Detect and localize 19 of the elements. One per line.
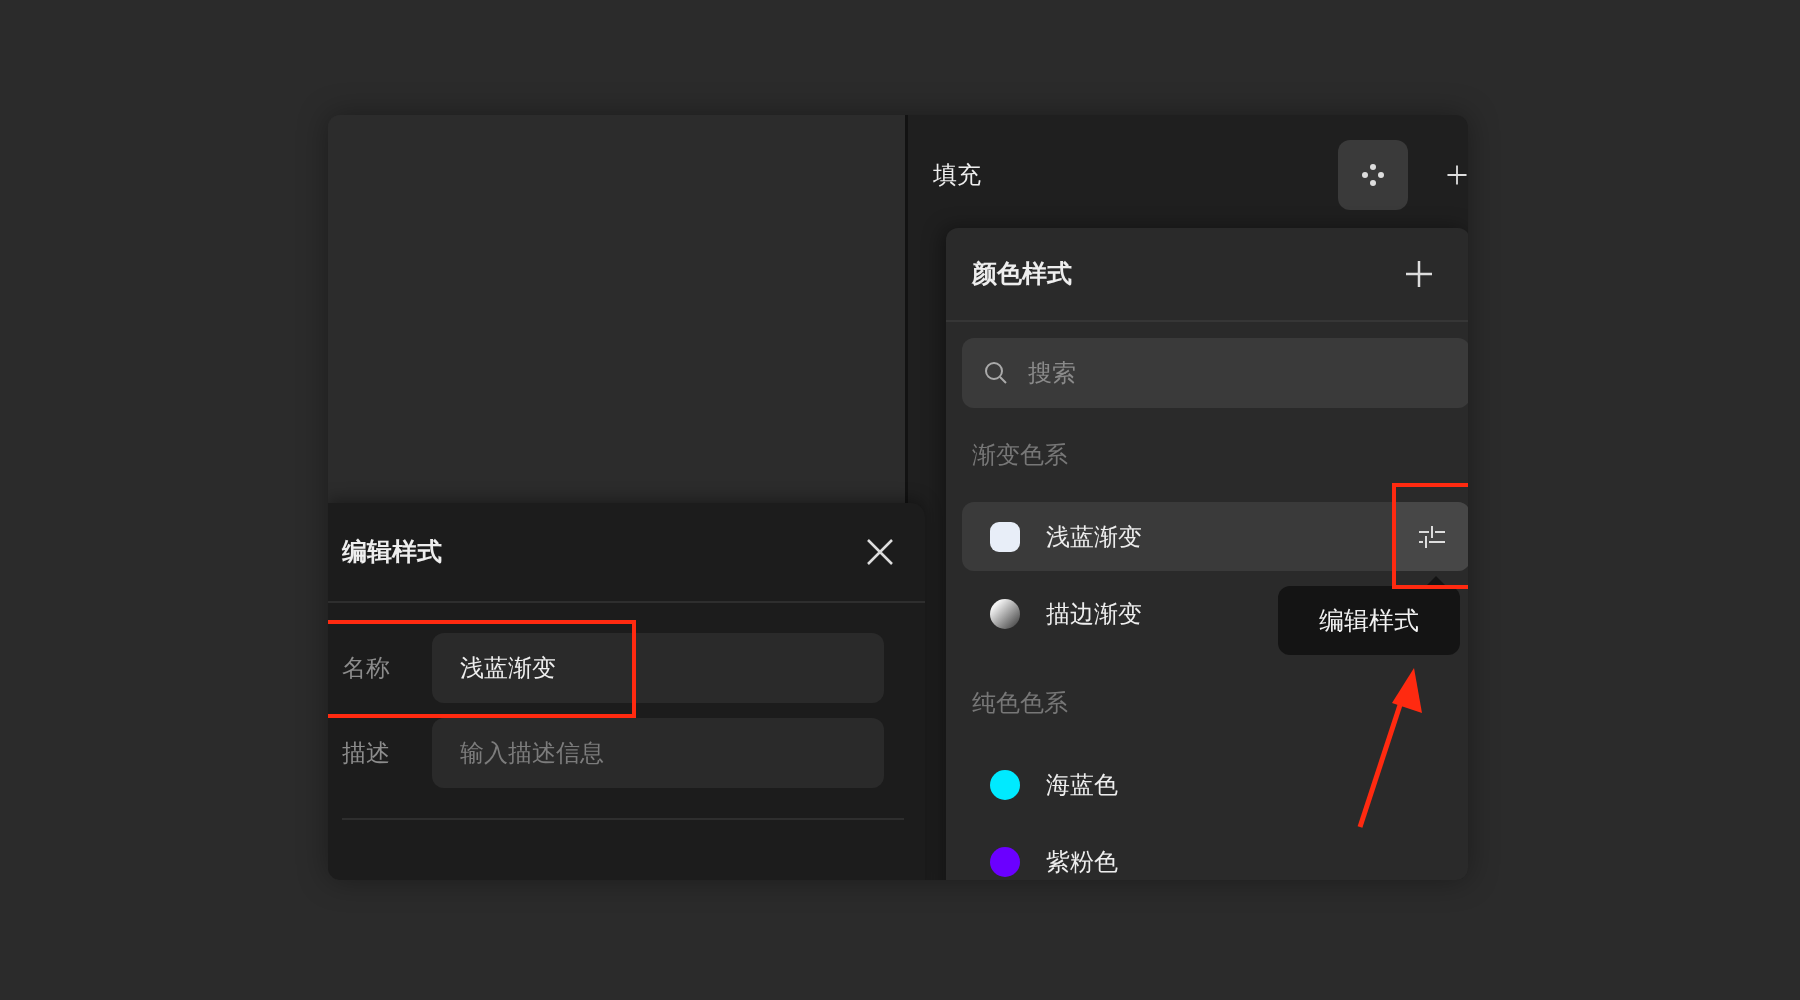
style-item[interactable]: 海蓝色 — [962, 750, 1138, 819]
fill-title: 填充 — [933, 159, 982, 191]
dialog-title: 编辑样式 — [342, 536, 443, 569]
input-field[interactable]: 输入描述信息 — [432, 718, 884, 788]
style-name: 海蓝色 — [1046, 769, 1118, 801]
style-item[interactable]: 浅蓝渐变 — [962, 502, 1468, 571]
style-name: 描边渐变 — [1046, 598, 1142, 630]
tooltip: 编辑样式 — [1278, 586, 1460, 655]
field-label: 描述 — [342, 738, 391, 769]
popover-title: 颜色样式 — [972, 258, 1073, 291]
style-item[interactable]: 紫粉色 — [962, 827, 1138, 880]
field-label: 名称 — [342, 653, 391, 684]
search-field[interactable]: 搜索 — [962, 338, 1468, 408]
style-name: 浅蓝渐变 — [1046, 521, 1143, 553]
style-item[interactable]: 描边渐变 — [962, 579, 1162, 648]
style-name: 紫粉色 — [1046, 846, 1118, 878]
group-title: 纯色色系 — [972, 688, 1068, 719]
group-title: 渐变色系 — [972, 440, 1068, 471]
input-field[interactable]: 浅蓝渐变 — [432, 633, 884, 703]
